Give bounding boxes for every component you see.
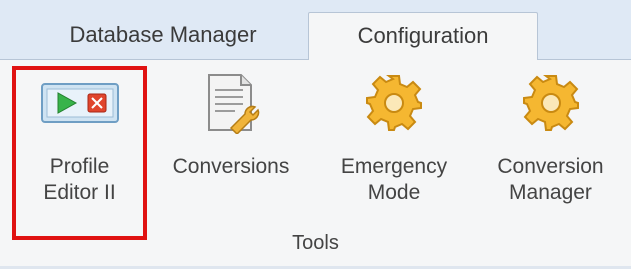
conversion-manager-button[interactable]: Conversion Manager	[478, 60, 623, 242]
label-line-1: Conversion	[497, 155, 604, 178]
ribbon-tab-bar: Database Manager Configuration	[0, 0, 631, 61]
tools-group-label: Tools	[292, 232, 339, 254]
label-line-2: Manager	[509, 181, 592, 204]
gear-icon	[522, 75, 579, 131]
conversions-label: Conversions	[173, 154, 290, 180]
conversions-document-icon	[208, 74, 260, 134]
emergency-mode-label: Emergency Mode	[341, 154, 447, 206]
emergency-mode-button[interactable]: Emergency Mode	[320, 60, 468, 242]
icon-container	[320, 60, 468, 146]
label-line-1: Conversions	[172, 155, 290, 178]
tab-configuration[interactable]: Configuration	[308, 12, 538, 61]
conversion-manager-label: Conversion Manager	[497, 154, 603, 206]
highlight-box	[12, 66, 147, 240]
conversions-button[interactable]: Conversions	[155, 60, 307, 242]
tab-database-manager[interactable]: Database Manager	[28, 12, 298, 61]
icon-container	[155, 60, 307, 146]
gear-icon	[366, 75, 422, 131]
label-line-2: Mode	[367, 181, 421, 204]
icon-container	[478, 60, 623, 146]
label-line-1: Emergency	[340, 155, 448, 178]
